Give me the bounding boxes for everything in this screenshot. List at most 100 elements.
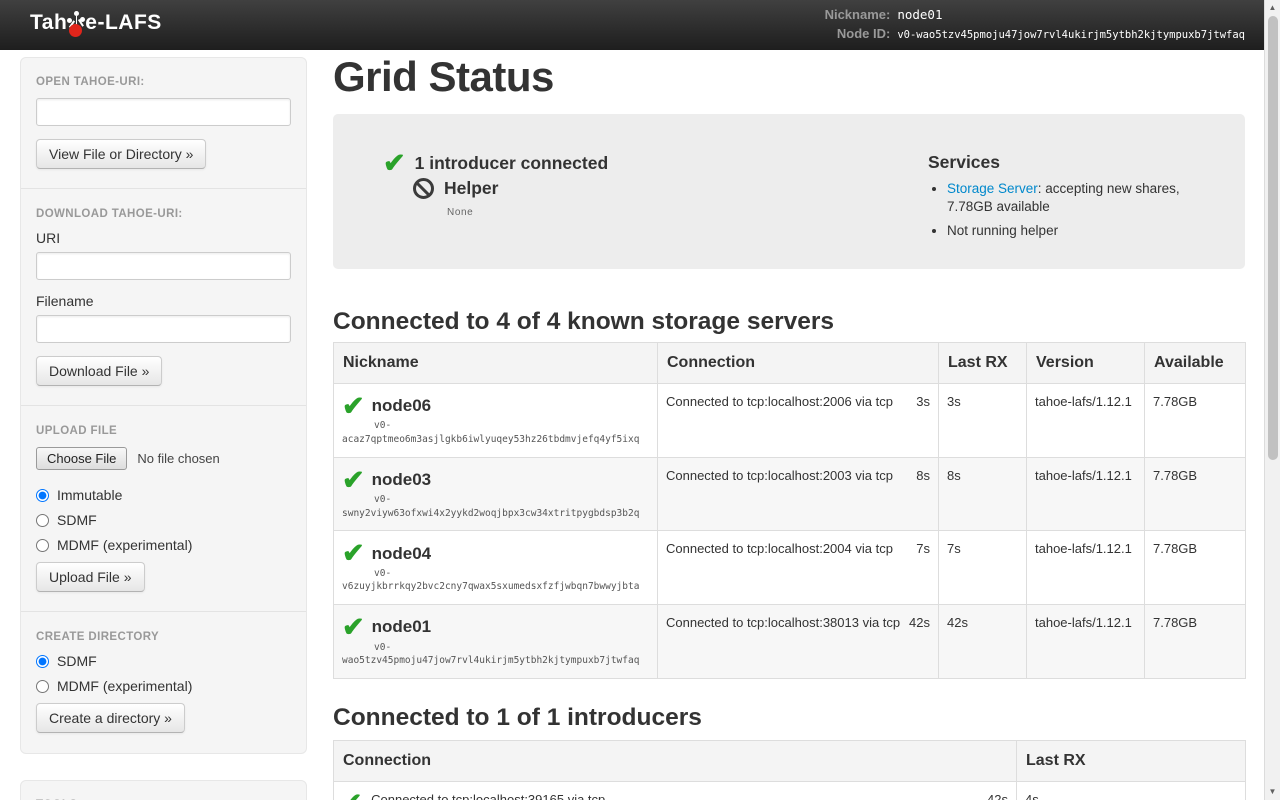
vertical-scrollbar[interactable]: ▲ ▼ <box>1264 0 1280 800</box>
scrollbar-thumb[interactable] <box>1268 16 1278 460</box>
last-rx-value: 8s <box>939 457 1027 531</box>
open-uri-label: OPEN TAHOE-URI: <box>36 76 291 88</box>
radio-mkdir-sdmf-label: SDMF <box>57 653 97 669</box>
connected-check-icon: ✔ <box>342 615 365 639</box>
radio-mkdir-mdmf[interactable] <box>36 680 49 693</box>
file-chosen-status: No file chosen <box>137 451 219 466</box>
radio-upload-sdmf-label: SDMF <box>57 512 97 528</box>
services-list: Storage Server: accepting new shares, 7.… <box>928 180 1215 240</box>
view-file-button[interactable]: View File or Directory » <box>36 139 206 169</box>
connected-check-icon: ✔ <box>342 468 365 492</box>
radio-upload-sdmf[interactable] <box>36 514 49 527</box>
col-last-rx: Last RX <box>1017 741 1246 782</box>
radio-immutable[interactable] <box>36 489 49 502</box>
version-value: tahoe-lafs/1.12.1 <box>1027 531 1145 605</box>
services-title: Services <box>928 152 1215 173</box>
upload-format-sdmf[interactable]: SDMF <box>36 512 291 528</box>
nickname-label: Nickname: <box>825 7 891 22</box>
status-left: ✔ 1 introducer connected Helper None <box>363 151 928 245</box>
download-uri-label: DOWNLOAD TAHOE-URI: <box>36 208 291 220</box>
service-item: Storage Server: accepting new shares, 7.… <box>947 180 1215 216</box>
upload-file-button[interactable]: Upload File » <box>36 562 145 592</box>
page-title: Grid Status <box>333 55 1245 99</box>
service-item: Not running helper <box>947 222 1215 240</box>
last-rx-value: 7s <box>939 531 1027 605</box>
introducers-table: Connection Last RX ✔ Connected to tcp:lo… <box>333 740 1246 800</box>
table-row: ✔ node01 v0-wao5tzv45pmoju47jow7rvl4ukir… <box>334 605 1246 679</box>
helper-value-row: None <box>447 202 928 220</box>
tahoe-lafs-grid-status-page: Tah e-LAFS Nickname: node01 Node ID: v0-… <box>0 0 1280 800</box>
table-row: ✔ node03 v0-swny2viyw63ofxwi4x2yykd2woqj… <box>334 457 1246 531</box>
mkdir-format-mdmf[interactable]: MDMF (experimental) <box>36 678 291 694</box>
scroll-up-arrow-icon[interactable]: ▲ <box>1265 2 1280 14</box>
scroll-down-arrow-icon[interactable]: ▼ <box>1265 786 1280 798</box>
col-connection: Connection <box>334 741 1017 782</box>
last-rx-value: 3s <box>939 383 1027 457</box>
server-nickname: node03 <box>372 470 432 490</box>
divider <box>21 405 306 406</box>
divider <box>21 188 306 189</box>
storage-servers-heading: Connected to 4 of 4 known storage server… <box>333 308 1245 336</box>
connection-since: 42s <box>909 615 930 630</box>
choose-file-button[interactable]: Choose File <box>36 447 127 470</box>
brand-text-post: e-LAFS <box>85 11 162 35</box>
connected-check-icon: ✔ <box>342 541 365 565</box>
download-file-button[interactable]: Download File » <box>36 356 162 386</box>
sidebar-tools-panel: TOOLS Recent and Active Operations <box>20 780 307 800</box>
server-nickname: node06 <box>372 396 432 416</box>
mkdir-format-sdmf[interactable]: SDMF <box>36 653 291 669</box>
helper-value: None <box>447 207 473 218</box>
available-value: 7.78GB <box>1145 457 1246 531</box>
version-value: tahoe-lafs/1.12.1 <box>1027 383 1145 457</box>
connection-text: Connected to tcp:localhost:38013 via tcp <box>666 615 900 630</box>
upload-format-mdmf[interactable]: MDMF (experimental) <box>36 537 291 553</box>
col-version: Version <box>1027 342 1145 383</box>
nickname-value: node01 <box>897 7 1245 22</box>
connected-check-icon: ✔ <box>342 394 365 418</box>
storage-server-link[interactable]: Storage Server <box>947 181 1038 196</box>
available-value: 7.78GB <box>1145 605 1246 679</box>
sidebar-actions-panel: OPEN TAHOE-URI: View File or Directory »… <box>20 57 307 754</box>
last-rx-value: 4s <box>1017 782 1246 800</box>
upload-file-label: UPLOAD FILE <box>36 425 291 437</box>
last-rx-value: 42s <box>939 605 1027 679</box>
services-panel: Services Storage Server: accepting new s… <box>928 151 1215 245</box>
connection-since: 8s <box>916 468 930 483</box>
helper-service-text: Not running helper <box>947 223 1058 238</box>
radio-immutable-label: Immutable <box>57 487 122 503</box>
helper-title: Helper <box>444 178 498 199</box>
connection-text: Connected to tcp:localhost:39165 via tcp <box>371 792 605 800</box>
uri-field-label: URI <box>36 230 291 246</box>
brand-text-pre: Tah <box>30 11 67 35</box>
file-picker: Choose File No file chosen <box>36 447 291 470</box>
server-peerid: v0-v6zuyjkbrrkqy2bvc2cny7qwax5sxumedsxfz… <box>342 567 649 595</box>
tahoe-lafs-logo[interactable]: Tah e-LAFS <box>30 11 162 38</box>
connection-since: 7s <box>916 541 930 556</box>
col-available: Available <box>1145 342 1246 383</box>
table-row: ✔ Connected to tcp:localhost:39165 via t… <box>334 782 1246 800</box>
available-value: 7.78GB <box>1145 531 1246 605</box>
connection-since: 3s <box>916 394 930 409</box>
upload-format-immutable[interactable]: Immutable <box>36 487 291 503</box>
connection-since: 42s <box>987 792 1008 800</box>
table-row: ✔ node04 v0-v6zuyjkbrrkqy2bvc2cny7qwax5s… <box>334 531 1246 605</box>
version-value: tahoe-lafs/1.12.1 <box>1027 605 1145 679</box>
col-nickname: Nickname <box>334 342 658 383</box>
create-directory-button[interactable]: Create a directory » <box>36 703 185 733</box>
radio-upload-mdmf[interactable] <box>36 539 49 552</box>
download-uri-input[interactable] <box>36 252 291 280</box>
server-peerid: v0-wao5tzv45pmoju47jow7rvl4ukirjm5ytbh2k… <box>342 641 649 669</box>
download-filename-input[interactable] <box>36 315 291 343</box>
connection-text: Connected to tcp:localhost:2006 via tcp <box>666 394 893 409</box>
sidebar: OPEN TAHOE-URI: View File or Directory »… <box>20 57 307 800</box>
server-nickname: node04 <box>372 544 432 564</box>
radio-mkdir-sdmf[interactable] <box>36 655 49 668</box>
storage-servers-table: Nickname Connection Last RX Version Avai… <box>333 342 1246 679</box>
node-info: Nickname: node01 Node ID: v0-wao5tzv45pm… <box>825 7 1245 41</box>
tahoe-balloon-icon <box>67 11 85 38</box>
table-header-row: Connection Last RX <box>334 741 1246 782</box>
connected-check-icon: ✔ <box>383 151 406 175</box>
col-last-rx: Last RX <box>939 342 1027 383</box>
helper-status-row: Helper <box>413 178 928 199</box>
open-uri-input[interactable] <box>36 98 291 126</box>
